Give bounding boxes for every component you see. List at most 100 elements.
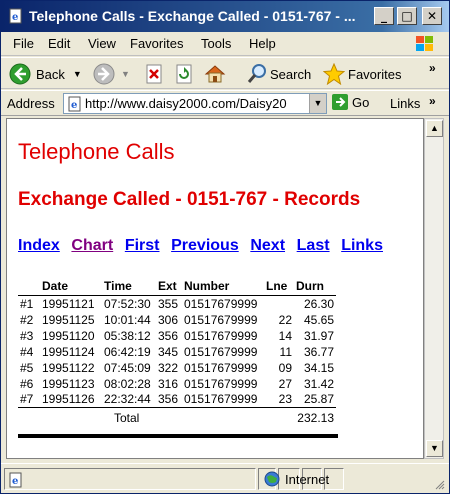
search-button[interactable]: Search bbox=[247, 62, 311, 86]
address-input[interactable]: e http://www.daisy2000.com/Daisy20 ▼ bbox=[63, 93, 327, 114]
links-toolbar-label[interactable]: Links bbox=[390, 96, 420, 111]
home-button[interactable] bbox=[204, 62, 226, 86]
cell-time: 05:38:12 bbox=[104, 328, 151, 343]
title-bar[interactable]: e Telephone Calls - Exchange Called - 01… bbox=[1, 1, 449, 32]
toolbar-chevron-icon[interactable]: » bbox=[429, 61, 436, 75]
cell-time: 06:42:19 bbox=[104, 344, 151, 359]
cell-date: 19951124 bbox=[42, 344, 95, 359]
refresh-button[interactable] bbox=[175, 62, 193, 86]
cell-durn: 26.30 bbox=[303, 296, 334, 311]
table-row: #6 19951123 08:02:28 316 01517679999 27 … bbox=[18, 376, 336, 392]
go-label: Go bbox=[352, 94, 370, 110]
page-content: Telephone Calls Exchange Called - 0151-7… bbox=[6, 118, 424, 459]
cell-date: 19951123 bbox=[42, 376, 95, 391]
back-button[interactable]: Back ▼ bbox=[9, 62, 82, 86]
table-row: #7 19951126 22:32:44 356 01517679999 23 … bbox=[18, 392, 336, 408]
cell-lne: 11 bbox=[279, 344, 292, 359]
refresh-icon bbox=[176, 64, 192, 84]
table-total-row: Total 232.13 bbox=[18, 407, 336, 425]
table-row: #3 19951120 05:38:12 356 01517679999 14 … bbox=[18, 328, 336, 344]
nav-link-next[interactable]: Next bbox=[250, 237, 285, 254]
menu-favorites[interactable]: Favorites bbox=[130, 36, 183, 51]
nav-link-index[interactable]: Index bbox=[18, 237, 60, 254]
table-row: #1 19951121 07:52:30 355 01517679999 26.… bbox=[18, 296, 336, 312]
cell-durn: 36.77 bbox=[303, 344, 334, 359]
total-spacer bbox=[182, 407, 264, 425]
column-header-number: Number bbox=[182, 278, 264, 296]
home-icon bbox=[204, 65, 226, 83]
menu-bar: File Edit View Favorites Tools Help bbox=[1, 32, 449, 56]
cell-date: 19951120 bbox=[42, 328, 95, 343]
menu-file[interactable]: File bbox=[13, 36, 34, 51]
cell-ext: 355 bbox=[158, 296, 179, 311]
svg-text:e: e bbox=[71, 100, 77, 111]
cell-ext: 306 bbox=[158, 312, 179, 327]
cell-ext: 316 bbox=[158, 376, 179, 391]
cell-lne: 22 bbox=[278, 312, 292, 327]
nav-link-previous[interactable]: Previous bbox=[171, 237, 239, 254]
table-header-row: Date Time Ext Number Lne Durn bbox=[18, 278, 336, 296]
cell-number: 01517679999 bbox=[184, 328, 258, 343]
browser-window: e Telephone Calls - Exchange Called - 01… bbox=[0, 0, 450, 494]
scroll-up-icon[interactable]: ▲ bbox=[426, 120, 443, 137]
resize-grip-icon[interactable] bbox=[433, 478, 445, 490]
internet-globe-icon bbox=[264, 471, 280, 487]
menu-view[interactable]: View bbox=[88, 36, 116, 51]
total-value: 232.13 bbox=[294, 407, 336, 425]
total-spacer bbox=[40, 407, 102, 425]
column-header-lne: Lne bbox=[264, 278, 294, 296]
search-label: Search bbox=[270, 66, 312, 82]
vertical-scrollbar[interactable]: ▲ ▼ bbox=[424, 118, 444, 459]
calls-table: Date Time Ext Number Lne Durn #1 1995112… bbox=[18, 278, 336, 425]
column-header-durn: Durn bbox=[294, 278, 336, 296]
favorites-button[interactable]: Favorites bbox=[323, 62, 401, 86]
column-header-date: Date bbox=[40, 278, 102, 296]
total-label: Total bbox=[102, 407, 156, 425]
status-bar: e Internet bbox=[1, 463, 449, 493]
forward-dropdown-icon[interactable]: ▼ bbox=[121, 69, 130, 79]
total-spacer bbox=[264, 407, 294, 425]
cell-durn: 45.65 bbox=[303, 312, 334, 327]
cell-date: 19951125 bbox=[42, 312, 95, 327]
forward-button[interactable]: ▼ bbox=[93, 62, 130, 86]
cell-number: 01517679999 bbox=[184, 312, 258, 327]
nav-links: Index Chart First Previous Next Last Lin… bbox=[18, 237, 391, 255]
cell-number: 01517679999 bbox=[184, 360, 258, 375]
column-header-index bbox=[18, 278, 40, 296]
window-title: Telephone Calls - Exchange Called - 0151… bbox=[29, 8, 356, 24]
nav-link-last[interactable]: Last bbox=[297, 237, 330, 254]
address-label: Address bbox=[7, 96, 55, 111]
menu-tools[interactable]: Tools bbox=[201, 36, 231, 51]
close-button[interactable]: ✕ bbox=[422, 7, 442, 25]
cell-ext: 345 bbox=[158, 344, 179, 359]
stop-button[interactable] bbox=[145, 62, 163, 86]
cell-ext: 356 bbox=[158, 392, 179, 407]
address-dropdown-icon[interactable]: ▼ bbox=[309, 94, 326, 113]
links-chevron-icon[interactable]: » bbox=[429, 94, 436, 108]
favorites-star-icon bbox=[323, 63, 345, 85]
cell-number: 01517679999 bbox=[184, 344, 258, 359]
menu-help[interactable]: Help bbox=[249, 36, 276, 51]
table-row: #2 19951125 10:01:44 306 01517679999 22 … bbox=[18, 312, 336, 328]
minimize-button[interactable]: _ bbox=[374, 7, 394, 25]
windows-logo-icon bbox=[416, 36, 433, 51]
go-button[interactable]: Go bbox=[332, 94, 369, 110]
nav-link-links[interactable]: Links bbox=[341, 237, 383, 254]
cell-ext: 322 bbox=[158, 360, 179, 375]
menu-edit[interactable]: Edit bbox=[48, 36, 70, 51]
cell-lne: 27 bbox=[278, 376, 292, 391]
back-dropdown-icon[interactable]: ▼ bbox=[73, 69, 82, 79]
scroll-down-icon[interactable]: ▼ bbox=[426, 440, 443, 457]
url-text[interactable]: http://www.daisy2000.com/Daisy20 bbox=[85, 96, 309, 111]
cell-lne: 14 bbox=[278, 328, 292, 343]
maximize-button[interactable]: □ bbox=[397, 7, 417, 25]
table-row: #5 19951122 07:45:09 322 01517679999 09 … bbox=[18, 360, 336, 376]
nav-link-chart[interactable]: Chart bbox=[71, 237, 113, 254]
cell-index: #1 bbox=[20, 296, 34, 311]
total-spacer bbox=[18, 407, 40, 425]
total-double-rule bbox=[18, 434, 338, 438]
cell-index: #2 bbox=[20, 312, 34, 327]
cell-number: 01517679999 bbox=[184, 376, 258, 391]
ie-page-icon: e bbox=[9, 8, 22, 24]
nav-link-first[interactable]: First bbox=[125, 237, 160, 254]
